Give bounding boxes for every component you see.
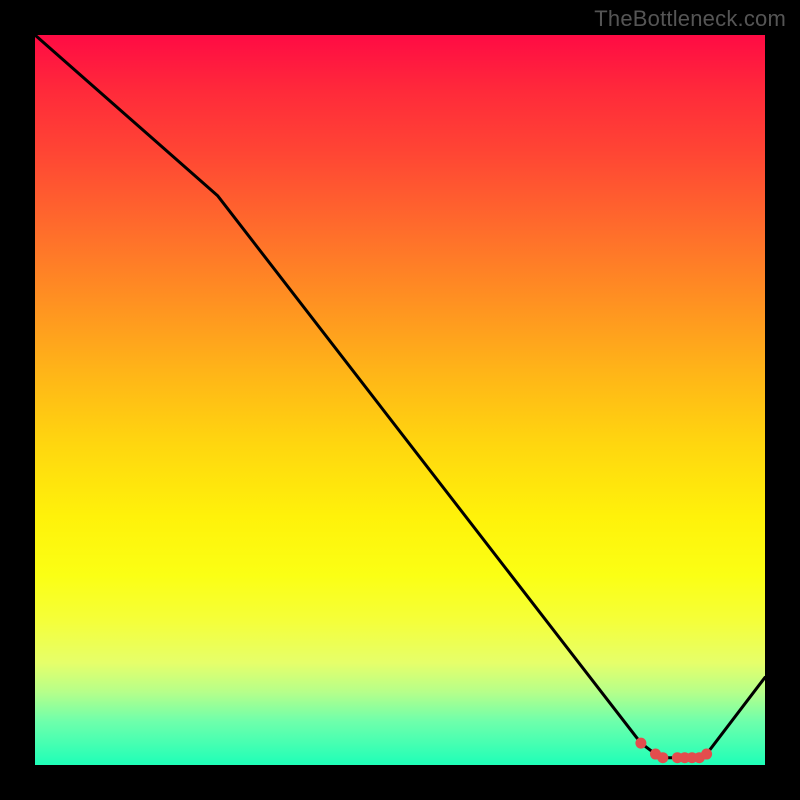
plot-area (35, 35, 765, 765)
chart-frame: TheBottleneck.com (0, 0, 800, 800)
valley-marker (701, 749, 712, 760)
valley-marker (635, 738, 646, 749)
valley-markers (635, 738, 712, 764)
main-curve-line (35, 35, 765, 758)
line-series (35, 35, 765, 758)
valley-marker (657, 752, 668, 763)
watermark-text: TheBottleneck.com (594, 6, 786, 32)
chart-svg (35, 35, 765, 765)
